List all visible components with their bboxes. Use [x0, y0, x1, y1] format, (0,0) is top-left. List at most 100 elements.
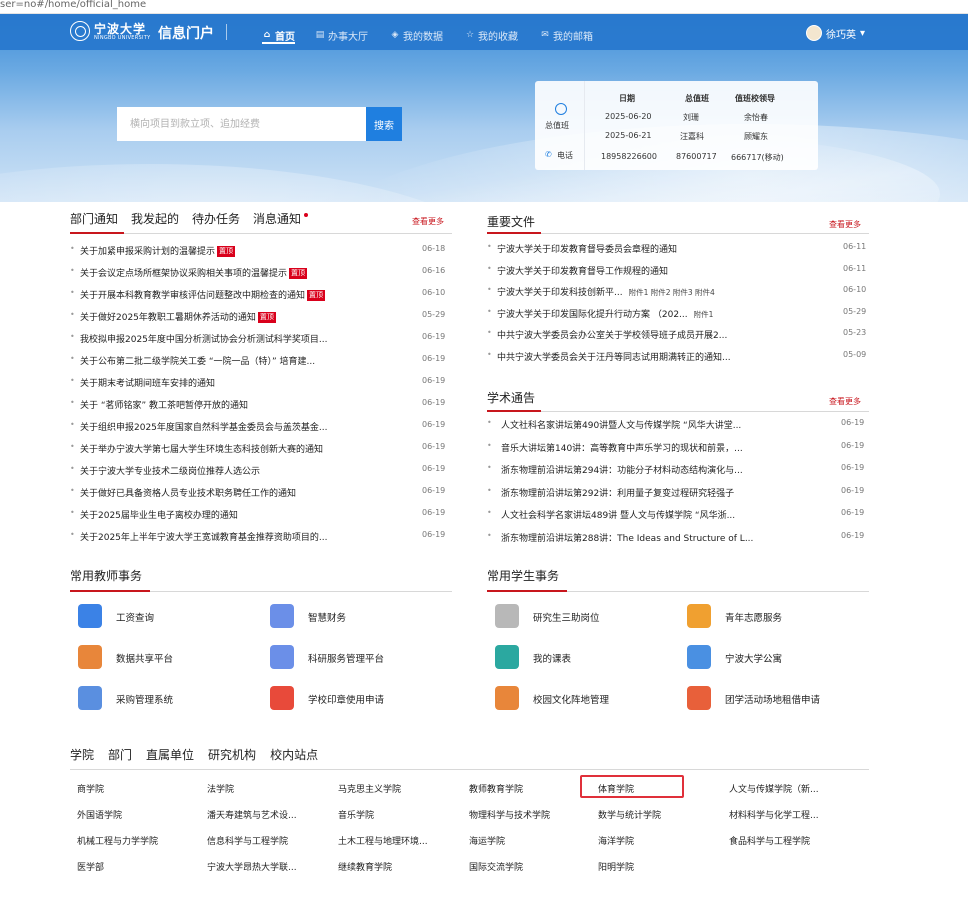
service-label: 学校印章使用申请: [308, 695, 385, 706]
nav-my-data[interactable]: ◈ 我的数据: [390, 25, 443, 45]
list-item[interactable]: 人文社科名家讲坛第490讲暨人文与传媒学院 “风华大讲堂... 06-19: [487, 418, 869, 432]
user-name: 徐巧英: [826, 29, 856, 41]
list-item[interactable]: 关于2025届毕业生电子离校办理的通知 06-19: [70, 508, 452, 522]
college-link[interactable]: 食品科学与工程学院: [729, 834, 810, 847]
notice-title: 关于2025年上半年宁波大学王宽诚教育基金推荐资助项目的...: [80, 530, 328, 543]
notice-title: 关于 “茗师铭家” 教工茶吧暂停开放的通知: [80, 398, 248, 411]
college-link[interactable]: 国际交流学院: [469, 860, 523, 873]
duty-header-date: 日期: [619, 94, 635, 103]
list-item[interactable]: 宁波大学关于印发国际化提升行动方案 （202... 附件1 05-29: [487, 307, 869, 321]
college-link[interactable]: 教师教育学院: [469, 782, 523, 795]
college-link[interactable]: 阳明学院: [598, 860, 634, 873]
service-item[interactable]: 我的课表: [495, 645, 675, 669]
tab-pending-tasks[interactable]: 待办任务: [192, 210, 240, 230]
lecture-date: 06-19: [841, 485, 865, 495]
list-item[interactable]: 浙东物理前沿讲坛第292讲：利用量子复变过程研究轻强子 06-19: [487, 486, 869, 500]
data-share-icon: [78, 645, 102, 669]
nav-my-favorites[interactable]: ☆ 我的收藏: [465, 25, 518, 45]
service-item[interactable]: 工资查询: [78, 604, 258, 628]
tab-messages[interactable]: 消息通知: [253, 210, 309, 230]
list-item[interactable]: 宁波大学关于印发教育督导委员会章程的通知 06-11: [487, 242, 869, 256]
list-item[interactable]: 宁波大学关于印发科技创新平... 附件1 附件2 附件3 附件4 06-10: [487, 285, 869, 299]
tab-department-notice[interactable]: 部门通知: [70, 210, 118, 230]
college-link[interactable]: 海运学院: [469, 834, 505, 847]
tab-departments[interactable]: 部门: [108, 746, 132, 763]
college-link[interactable]: 数学与统计学院: [598, 808, 661, 821]
list-item[interactable]: 浙东物理前沿讲坛第288讲：The Ideas and Structure of…: [487, 531, 869, 545]
college-link[interactable]: 材料科学与化学工程...: [729, 808, 819, 821]
important-files-list: 宁波大学关于印发教育督导委员会章程的通知06-11 宁波大学关于印发教育督导工作规…: [487, 242, 869, 372]
list-item[interactable]: 浙东物理前沿讲坛第294讲：功能分子材料动态结构演化与... 06-19: [487, 463, 869, 477]
college-link[interactable]: 宁波大学昂热大学联...: [207, 860, 297, 873]
college-link[interactable]: 土木工程与地理环境...: [338, 834, 428, 847]
list-item[interactable]: 关于公布第二批二级学院关工委 “一院一品（特）” 培育建... 06-19: [70, 354, 452, 368]
academic-more-link[interactable]: 查看更多: [829, 396, 861, 407]
attachment-links[interactable]: 附件1 附件2 附件3 附件4: [629, 288, 715, 297]
tab-research-institutes[interactable]: 研究机构: [208, 746, 256, 763]
duty-phone: 18958226600: [601, 152, 657, 161]
college-link[interactable]: 商学院: [77, 782, 104, 795]
notice-title-text: 关于开展本科教育教学审核评估问题整改中期检查的通知: [80, 291, 306, 301]
college-link[interactable]: 继续教育学院: [338, 860, 392, 873]
list-item[interactable]: 关于2025年上半年宁波大学王宽诚教育基金推荐资助项目的... 06-19: [70, 530, 452, 544]
college-link[interactable]: 外国语学院: [77, 808, 122, 821]
list-item[interactable]: 关于会议定点场所框架协议采购相关事项的温馨提示置顶 06-16: [70, 266, 452, 280]
service-item[interactable]: 智慧财务: [270, 604, 450, 628]
list-item[interactable]: 音乐大讲坛第140讲：高等教育中声乐学习的现状和前景，... 06-19: [487, 441, 869, 455]
notice-date: 06-10: [422, 288, 446, 297]
venue-icon: [687, 686, 711, 710]
list-item[interactable]: 关于期末考试期间班车安排的通知 06-19: [70, 376, 452, 390]
attachment-links[interactable]: 附件1: [694, 310, 714, 319]
list-item[interactable]: 关于开展本科教育教学审核评估问题整改中期检查的通知置顶 06-10: [70, 288, 452, 302]
service-label: 团学活动场地租借申请: [725, 695, 821, 706]
service-item[interactable]: 宁波大学公寓: [687, 645, 867, 669]
list-item[interactable]: 人文社会科学名家讲坛489讲 暨人文与传媒学院 “风华浙... 06-19: [487, 508, 869, 522]
list-item[interactable]: 关于宁波大学专业技术二级岗位推荐人选公示 06-19: [70, 464, 452, 478]
duty-phone-label: 电话: [557, 151, 573, 160]
college-link[interactable]: 海洋学院: [598, 834, 634, 847]
list-item[interactable]: 关于加紧申报采购计划的温馨提示置顶 06-18: [70, 244, 452, 258]
list-item[interactable]: 我校拟申报2025年度中国分析测试协会分析测试科学奖项目... 06-19: [70, 332, 452, 346]
search-button[interactable]: 搜索: [366, 107, 402, 141]
notice-more-link[interactable]: 查看更多: [412, 216, 444, 227]
tab-my-initiated[interactable]: 我发起的: [131, 210, 179, 230]
college-link[interactable]: 法学院: [207, 782, 234, 795]
list-item[interactable]: 关于举办宁波大学第七届大学生环境生态科技创新大赛的通知 06-19: [70, 442, 452, 456]
service-item[interactable]: 学校印章使用申请: [270, 686, 450, 710]
nav-service-hall[interactable]: ▤ 办事大厅: [315, 25, 368, 45]
service-item[interactable]: 研究生三助岗位: [495, 604, 675, 628]
tab-campus-sites[interactable]: 校内站点: [270, 746, 318, 763]
important-more-link[interactable]: 查看更多: [829, 219, 861, 230]
service-item[interactable]: 校园文化阵地管理: [495, 686, 675, 710]
list-item[interactable]: 中共宁波大学委员会办公室关于学校领导班子成员开展2... 05-23: [487, 328, 869, 342]
service-item[interactable]: 采购管理系统: [78, 686, 258, 710]
service-item[interactable]: 数据共享平台: [78, 645, 258, 669]
list-item[interactable]: 关于组织申报2025年度国家自然科学基金委员会与盖茨基金... 06-19: [70, 420, 452, 434]
college-link[interactable]: 机械工程与力学学院: [77, 834, 158, 847]
service-item[interactable]: 团学活动场地租借申请: [687, 686, 867, 710]
list-item[interactable]: 宁波大学关于印发教育督导工作规程的通知 06-11: [487, 264, 869, 278]
nav-home[interactable]: ⌂ 首页: [262, 25, 295, 45]
tab-affiliated-units[interactable]: 直属单位: [146, 746, 194, 763]
url-bar[interactable]: ser=no#/home/official_home: [0, 0, 968, 14]
user-menu[interactable]: 徐巧英 ▾: [806, 24, 865, 42]
college-link[interactable]: 信息科学与工程学院: [207, 834, 288, 847]
list-item[interactable]: 中共宁波大学委员会关于汪丹等同志试用期满转正的通知... 05-09: [487, 350, 869, 364]
college-link[interactable]: 医学部: [77, 860, 104, 873]
service-item[interactable]: 科研服务管理平台: [270, 645, 450, 669]
tab-colleges[interactable]: 学院: [70, 746, 94, 763]
search-input[interactable]: [117, 107, 366, 141]
college-link[interactable]: 物理科学与技术学院: [469, 808, 550, 821]
list-item[interactable]: 关于做好已具备资格人员专业技术职务聘任工作的通知 06-19: [70, 486, 452, 500]
service-item[interactable]: 青年志愿服务: [687, 604, 867, 628]
nav-my-mail[interactable]: ✉ 我的邮箱: [540, 25, 593, 45]
college-link[interactable]: 人文与传媒学院（新...: [729, 782, 819, 795]
college-link[interactable]: 音乐学院: [338, 808, 374, 821]
university-logo[interactable]: 宁波大学 NINGBO UNIVERSITY 信息门户: [70, 20, 220, 44]
academic-notice-title: 学术通告: [487, 391, 536, 405]
college-link[interactable]: 马克思主义学院: [338, 782, 401, 795]
list-item[interactable]: 关于做好2025年教职工暑期休养活动的通知置顶 05-29: [70, 310, 452, 324]
college-link[interactable]: 潘天寿建筑与艺术设...: [207, 808, 297, 821]
duty-card: 总值班 ✆ 电话 日期 总值班 值班校领导 2025-06-20 刘珊 余怡春 …: [535, 81, 818, 170]
list-item[interactable]: 关于 “茗师铭家” 教工茶吧暂停开放的通知 06-19: [70, 398, 452, 412]
